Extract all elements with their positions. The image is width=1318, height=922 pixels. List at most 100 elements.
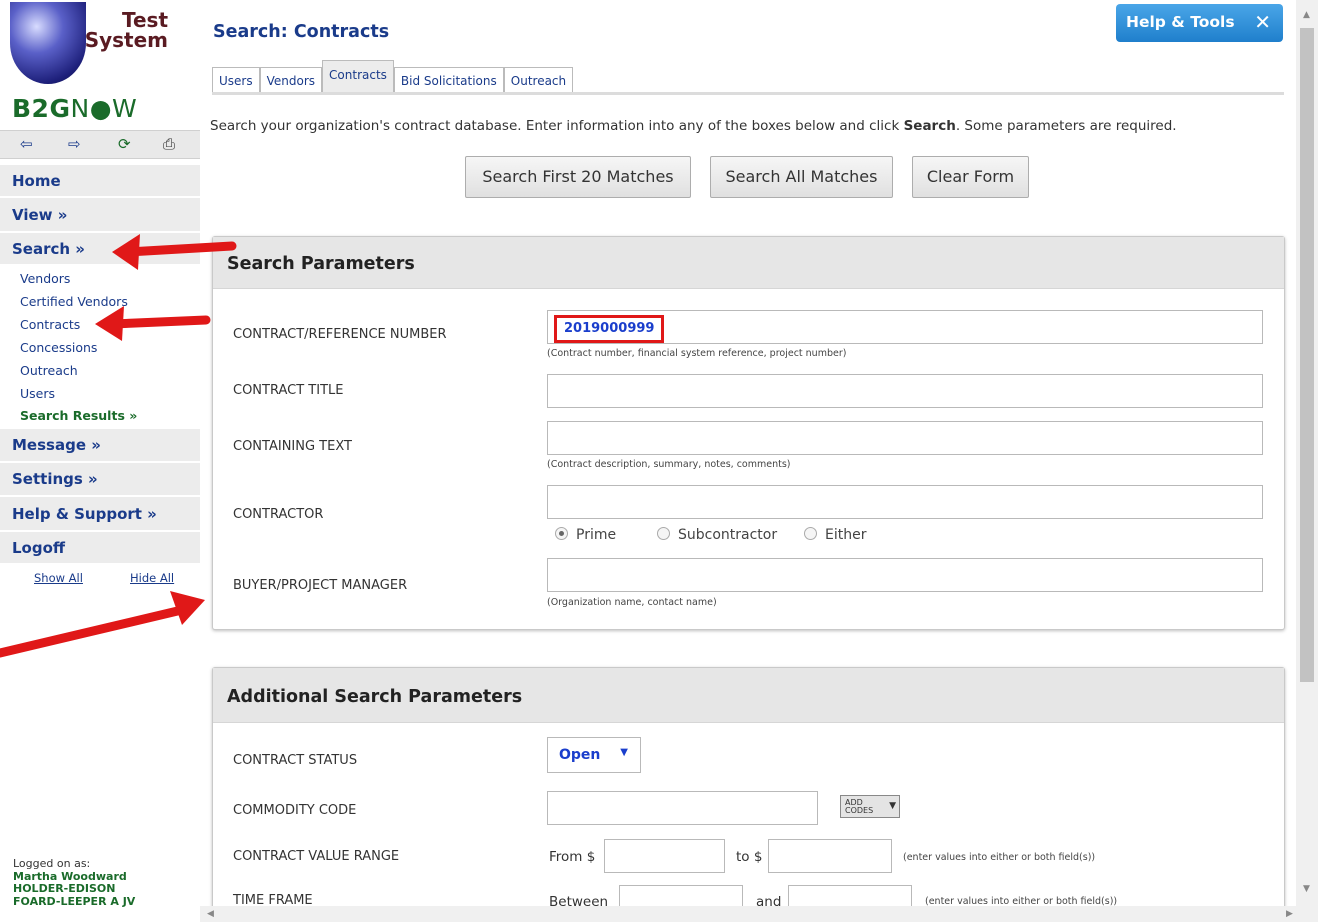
brand-w: W [112,94,138,123]
b2gnow-logo[interactable]: Test System B2GN●W [5,2,200,123]
nav-settings[interactable]: Settings » [0,463,200,496]
radio-prime[interactable]: Prime [555,527,616,543]
print-icon[interactable]: ⎙ [163,135,175,153]
tab-outreach[interactable]: Outreach [503,67,574,93]
logged-org1: HOLDER-EDISON [13,882,116,895]
nav-message[interactable]: Message » [0,429,200,462]
contract-status-label: CONTRACT STATUS [233,753,358,768]
contract-title-input[interactable] [547,374,1263,408]
containing-text-label: CONTAINING TEXT [233,439,352,454]
subnav-contracts[interactable]: Contracts [20,317,80,332]
add-codes-button[interactable]: ADD CODES ▼ [840,795,900,818]
subnav-outreach[interactable]: Outreach [20,363,78,378]
value-to-input[interactable] [768,839,892,873]
scroll-right-icon[interactable]: ▶ [1286,909,1293,919]
clear-form-button[interactable]: Clear Form [912,156,1029,198]
subnav-concessions[interactable]: Concessions [20,340,97,355]
sidebar: Test System B2GN●W ⇦ ⇨ ⟳ ⎙ Home View » S… [0,0,200,922]
scroll-left-icon[interactable]: ◀ [207,909,214,919]
buyer-hint: (Organization name, contact name) [547,597,717,608]
tab-vendors[interactable]: Vendors [259,67,323,93]
horizontal-scrollbar[interactable]: ◀ ▶ [200,906,1318,922]
vertical-scrollbar[interactable]: ▲ ▼ [1296,0,1318,906]
logo-line1: Test [121,8,168,32]
radio-prime-dot [555,527,568,540]
logged-org2: FOARD-LEEPER A JV [13,894,136,908]
containing-text-hint: (Contract description, summary, notes, c… [547,459,791,470]
nav-logoff[interactable]: Logoff [0,532,200,564]
subnav-vendors[interactable]: Vendors [20,271,70,286]
tab-underline [212,92,1284,95]
value-range-hint: (enter values into either or both field(… [903,852,1096,863]
radio-either-label: Either [825,527,867,543]
contractor-input[interactable] [547,485,1263,519]
brand-o-glyph: ● [89,94,113,123]
time-frame-hint: (enter values into either or both field(… [925,896,1118,906]
show-all-link[interactable]: Show All [34,571,83,585]
radio-subcontractor[interactable]: Subcontractor [657,527,777,543]
value-range-label: CONTRACT VALUE RANGE [233,849,400,864]
contractor-label: CONTRACTOR [233,507,324,522]
forward-icon[interactable]: ⇨ [68,135,81,153]
nav-help-support[interactable]: Help & Support » [0,497,200,531]
commodity-code-input[interactable] [547,791,818,825]
nav-home[interactable]: Home [0,165,200,197]
contract-number-hint: (Contract number, financial system refer… [547,348,847,359]
from-label: From $ [549,849,596,865]
browser-toolbar: ⇦ ⇨ ⟳ ⎙ [0,130,200,159]
chevron-down-icon: ▼ [620,747,628,758]
time-to-input[interactable] [788,885,912,906]
main-content: Search: Contracts Help & Tools ✕ Users V… [200,0,1296,906]
logged-on-info: Logged on as: Martha Woodward HOLDER-EDI… [13,857,136,908]
search-parameters-header: Search Parameters [213,237,1284,289]
hide-all-link[interactable]: Hide All [130,571,174,585]
contract-number-input[interactable]: 2019000999 [547,310,1263,344]
contract-number-value: 2019000999 [554,315,665,343]
tab-users[interactable]: Users [212,67,260,93]
brand-name: B2GN●W [12,94,137,123]
radio-either-dot [804,527,817,540]
intro-bold: Search [903,118,956,134]
tab-contracts[interactable]: Contracts [322,60,394,93]
nav-search[interactable]: Search » [0,233,200,265]
buyer-input[interactable] [547,558,1263,592]
globe-logo-icon [10,2,86,84]
subnav-certified-vendors[interactable]: Certified Vendors [20,294,128,309]
and-label: and [756,894,782,906]
page-title: Search: Contracts [213,22,390,42]
containing-text-input[interactable] [547,421,1263,455]
subnav-users[interactable]: Users [20,386,55,401]
intro-post: . Some parameters are required. [955,118,1177,134]
refresh-icon[interactable]: ⟳ [118,135,131,153]
vertical-scroll-thumb[interactable] [1300,28,1314,682]
scroll-down-icon[interactable]: ▼ [1303,884,1310,894]
additional-parameters-panel: Additional Search Parameters CONTRACT ST… [212,667,1285,906]
logo-line2: System [84,28,168,52]
commodity-code-label: COMMODITY CODE [233,803,357,818]
between-label: Between [549,894,609,906]
radio-either[interactable]: Either [804,527,866,543]
to-label: to $ [736,849,763,865]
nav-view[interactable]: View » [0,198,200,232]
value-from-input[interactable] [604,839,725,873]
subnav-search-results[interactable]: Search Results » [20,408,137,423]
tab-bid-solicitations[interactable]: Bid Solicitations [393,67,504,93]
logged-label: Logged on as: [13,857,91,870]
back-icon[interactable]: ⇦ [20,135,33,153]
dropdown-arrow-icon: ▼ [889,801,896,811]
tab-bar: Users Vendors Contracts Bid Solicitation… [212,60,574,93]
scroll-up-icon[interactable]: ▲ [1303,10,1310,20]
time-from-input[interactable] [619,885,743,906]
contract-number-label: CONTRACT/REFERENCE NUMBER [233,327,447,342]
help-tools-button[interactable]: Help & Tools ✕ [1116,4,1283,42]
additional-parameters-header: Additional Search Parameters [213,668,1284,723]
intro-text: Search your organization's contract data… [210,118,1177,134]
contract-status-select[interactable]: Open ▼ [547,737,641,773]
search-all-button[interactable]: Search All Matches [710,156,893,198]
intro-pre: Search your organization's contract data… [210,118,904,134]
buyer-label: BUYER/PROJECT MANAGER [233,578,408,593]
brand-n: N [70,94,90,123]
contract-title-label: CONTRACT TITLE [233,383,344,398]
search-first-20-button[interactable]: Search First 20 Matches [465,156,691,198]
contract-status-value: Open [559,747,601,763]
